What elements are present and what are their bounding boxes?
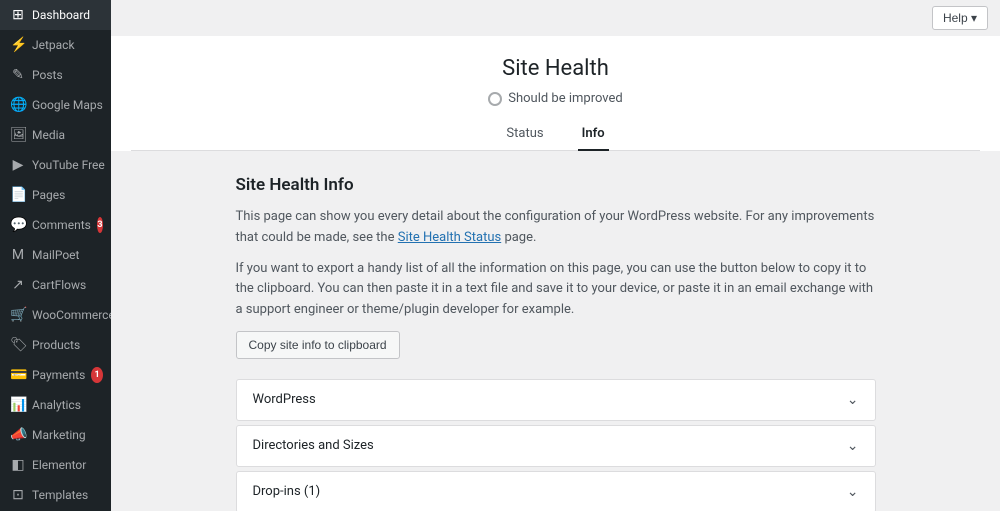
cartflows-icon: ↗ [10, 277, 26, 293]
sidebar-item-label: CartFlows [32, 278, 86, 292]
sidebar-item-woocommerce[interactable]: 🛒 WooCommerce [0, 300, 111, 330]
status-indicator: Should be improved [131, 91, 980, 106]
sidebar-item-label: Payments [32, 368, 85, 382]
sidebar-item-label: Jetpack [32, 38, 75, 52]
accordion-directories-and-sizes: Directories and Sizes ⌄ [236, 425, 876, 467]
comments-badge: 3 [97, 217, 103, 233]
sidebar-item-label: Posts [32, 68, 63, 82]
sidebar-item-media[interactable]: 🖼 Media [0, 120, 111, 150]
sidebar-item-label: Products [32, 338, 80, 352]
accordion-label: WordPress [253, 392, 316, 407]
analytics-icon: 📊 [10, 397, 26, 413]
sidebar-item-payments[interactable]: 💳 Payments 1 [0, 360, 111, 390]
sidebar-item-youtube-free[interactable]: ▶ YouTube Free [0, 150, 111, 180]
marketing-icon: 📣 [10, 427, 26, 443]
posts-icon: ✎ [10, 67, 26, 83]
google-maps-icon: 🌐 [10, 97, 26, 113]
page-title: Site Health [131, 56, 980, 81]
sidebar-item-label: Elementor [32, 458, 86, 472]
pages-icon: 📄 [10, 187, 26, 203]
sidebar-item-jetpack[interactable]: ⚡ Jetpack [0, 30, 111, 60]
status-circle-icon [488, 92, 502, 106]
tab-info[interactable]: Info [578, 118, 609, 151]
accordion-header[interactable]: Directories and Sizes ⌄ [237, 426, 875, 466]
copy-button[interactable]: Copy site info to clipboard [236, 331, 400, 359]
chevron-down-icon: ⌄ [847, 392, 859, 408]
sidebar-item-dashboard[interactable]: ⊞ Dashboard [0, 0, 111, 30]
sidebar-item-comments[interactable]: 💬 Comments 3 [0, 210, 111, 240]
sidebar-item-posts[interactable]: ✎ Posts [0, 60, 111, 90]
mailpoet-icon: M [10, 247, 26, 263]
chevron-down-icon: ⌄ [847, 484, 859, 500]
desc1-text: This page can show you every detail abou… [236, 209, 875, 245]
chevron-down-icon: ⌄ [847, 438, 859, 454]
sidebar-item-pages[interactable]: 📄 Pages [0, 180, 111, 210]
main-content: Help ▾ Site Health Should be improved St… [111, 0, 1000, 511]
desc1-end: page. [504, 230, 536, 245]
sidebar-item-label: Pages [32, 188, 65, 202]
sidebar-item-mailpoet[interactable]: M MailPoet [0, 240, 111, 270]
sidebar-item-label: Marketing [32, 428, 86, 442]
payments-badge: 1 [91, 367, 103, 383]
sidebar-item-marketing[interactable]: 📣 Marketing [0, 420, 111, 450]
sidebar-item-cartflows[interactable]: ↗ CartFlows [0, 270, 111, 300]
comments-icon: 💬 [10, 217, 26, 233]
youtube-free-icon: ▶ [10, 157, 26, 173]
templates-icon: ⊡ [10, 487, 26, 503]
sidebar-item-label: Dashboard [32, 8, 90, 22]
accordion-header[interactable]: WordPress ⌄ [237, 380, 875, 420]
elementor-icon: ◧ [10, 457, 26, 473]
media-icon: 🖼 [10, 127, 26, 143]
site-health-status-link[interactable]: Site Health Status [398, 230, 501, 245]
accordion-label: Drop-ins (1) [253, 484, 321, 499]
sidebar-item-label: YouTube Free [32, 158, 105, 172]
sidebar-item-products[interactable]: 🏷 Products [0, 330, 111, 360]
tab-status[interactable]: Status [502, 118, 547, 151]
sidebar-item-label: Google Maps [32, 98, 103, 112]
payments-icon: 💳 [10, 367, 26, 383]
woocommerce-icon: 🛒 [10, 307, 26, 323]
content-body: Site Health Info This page can show you … [206, 151, 906, 511]
sidebar-item-label: MailPoet [32, 248, 79, 262]
sidebar-item-analytics[interactable]: 📊 Analytics [0, 390, 111, 420]
sidebar-item-google-maps[interactable]: 🌐 Google Maps [0, 90, 111, 120]
accordion-drop-ins-(1): Drop-ins (1) ⌄ [236, 471, 876, 511]
section-desc-1: This page can show you every detail abou… [236, 207, 876, 249]
sidebar-item-templates[interactable]: ⊡ Templates [0, 480, 111, 510]
accordion-header[interactable]: Drop-ins (1) ⌄ [237, 472, 875, 511]
products-icon: 🏷 [10, 337, 26, 353]
section-title: Site Health Info [236, 175, 876, 195]
sidebar-item-elementor[interactable]: ◧ Elementor [0, 450, 111, 480]
status-label: Should be improved [508, 91, 623, 106]
tabs: Status Info [131, 118, 980, 151]
jetpack-icon: ⚡ [10, 37, 26, 53]
sidebar-item-label: WooCommerce [32, 308, 111, 322]
sidebar: ⊞ Dashboard ⚡ Jetpack ✎ Posts 🌐 Google M… [0, 0, 111, 511]
sidebar-item-label: Comments [32, 218, 91, 232]
sidebar-item-label: Templates [32, 488, 88, 502]
accordion-label: Directories and Sizes [253, 438, 374, 453]
top-bar: Help ▾ [111, 0, 1000, 36]
accordion-wordpress: WordPress ⌄ [236, 379, 876, 421]
sidebar-item-label: Analytics [32, 398, 81, 412]
content-area: Site Health Should be improved Status Inf… [111, 36, 1000, 511]
help-button[interactable]: Help ▾ [932, 6, 988, 30]
sidebar-item-label: Media [32, 128, 65, 142]
page-header: Site Health Should be improved Status Inf… [111, 36, 1000, 151]
section-desc-2: If you want to export a handy list of al… [236, 259, 876, 321]
dashboard-icon: ⊞ [10, 7, 26, 23]
accordions: WordPress ⌄ Directories and Sizes ⌄ Drop… [236, 379, 876, 511]
